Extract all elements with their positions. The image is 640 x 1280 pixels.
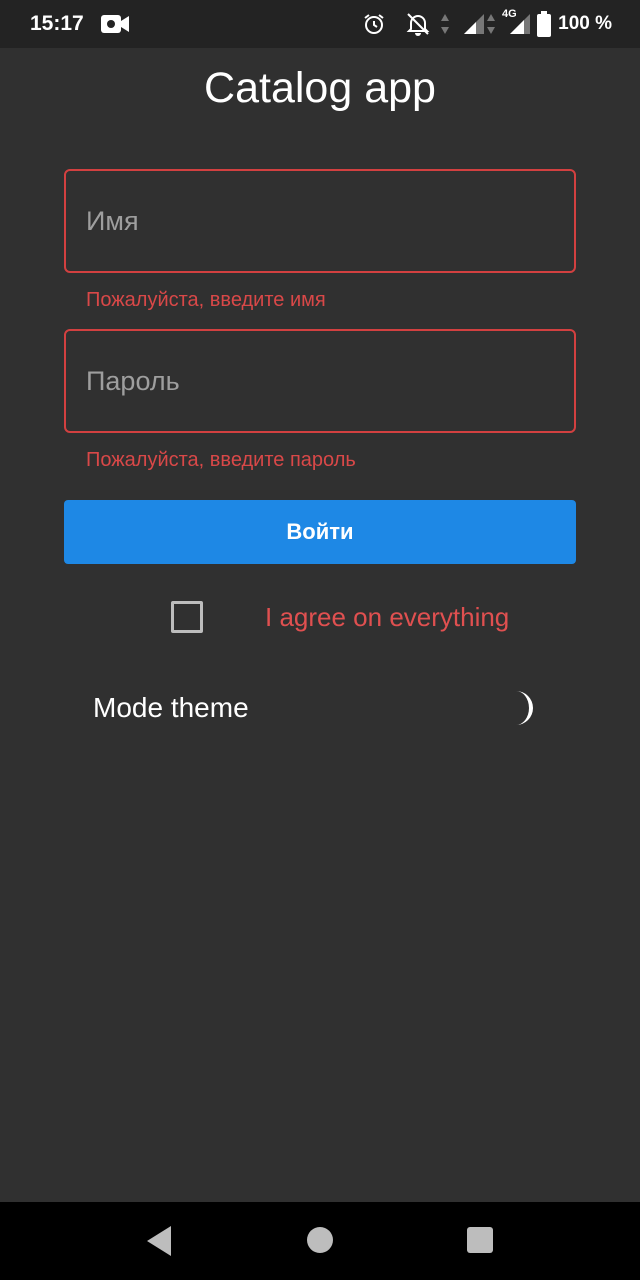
agree-checkbox[interactable] xyxy=(171,601,203,633)
password-field[interactable] xyxy=(64,329,576,433)
recents-icon[interactable] xyxy=(466,1226,494,1259)
name-error-text: Пожалуйста, введите имя xyxy=(86,289,326,311)
login-screen: 15:17 4G 100 % Catalog app Имя Пожалуйст… xyxy=(0,0,640,1280)
signal-icon xyxy=(508,12,532,41)
name-field[interactable] xyxy=(64,169,576,273)
data-arrows-icon xyxy=(486,12,496,41)
data-arrows-icon xyxy=(440,12,450,41)
agree-label: I agree on everything xyxy=(265,602,510,632)
theme-row: Mode theme xyxy=(0,680,640,740)
back-icon[interactable] xyxy=(145,1224,173,1263)
battery-icon xyxy=(537,11,551,42)
login-button[interactable]: Войти xyxy=(64,500,576,564)
video-camera-icon xyxy=(100,13,130,40)
signal-icon xyxy=(462,12,486,41)
battery-percentage: 100 % xyxy=(558,13,612,34)
password-input[interactable] xyxy=(66,331,574,431)
password-error-text: Пожалуйста, введите пароль xyxy=(86,449,356,471)
name-input[interactable] xyxy=(66,171,574,271)
home-icon[interactable] xyxy=(306,1226,334,1259)
moon-icon[interactable] xyxy=(508,688,544,728)
status-bar: 15:17 4G 100 % xyxy=(0,0,640,48)
app-title: Catalog app xyxy=(204,64,436,112)
navigation-bar xyxy=(0,1202,640,1280)
bell-off-icon xyxy=(405,11,431,42)
alarm-icon xyxy=(362,12,386,41)
status-time: 15:17 xyxy=(30,12,84,35)
theme-label: Mode theme xyxy=(93,692,249,723)
